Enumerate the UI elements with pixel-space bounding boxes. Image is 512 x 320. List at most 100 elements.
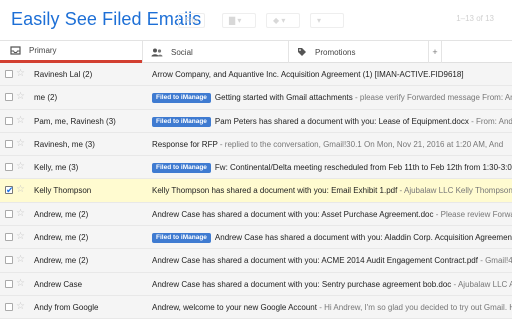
star-icon[interactable]: ☆: [16, 91, 25, 103]
email-content: Filed to iManage Getting started with Gma…: [152, 86, 512, 108]
email-row[interactable]: ☆ me (2) Filed to iManage Getting started w…: [0, 86, 512, 110]
tag-icon: [298, 48, 306, 56]
email-snippet: - Hi Andrew, I'm so glad you decided to …: [319, 302, 512, 312]
star-icon[interactable]: ☆: [16, 231, 25, 243]
email-content: Response for RFP - replied to the conver…: [152, 133, 512, 155]
email-row[interactable]: ☆ Andrew, me (2) Filed to iManage Andrew Ca…: [0, 226, 512, 250]
email-sender: Andy from Google: [34, 302, 99, 312]
email-subject: Fw: Continental/Delta meeting reschedule…: [214, 163, 512, 173]
folder-icon: ▇ ▾: [229, 16, 242, 25]
header: Easily See Filed Emails File ▇ ▾ ◆ ▾ ▾ 1…: [0, 0, 512, 41]
email-snippet: - Please review Forwarded mes: [435, 209, 512, 219]
star-icon[interactable]: ☆: [16, 208, 25, 220]
tab-label: Promotions: [315, 47, 356, 57]
filed-label: Filed to iManage: [152, 93, 211, 104]
email-subject: Andrew Case has shared a document with y…: [152, 209, 434, 219]
filed-label: Filed to iManage: [152, 163, 211, 174]
filed-label: Filed to iManage: [152, 233, 211, 244]
row-checkbox[interactable]: [5, 302, 13, 311]
email-content: Arrow Company, and Aquantive Inc. Acquis…: [152, 63, 512, 85]
email-row[interactable]: ☆ Ravinesh Lal (2) Arrow Company, and Aqua…: [0, 63, 512, 87]
row-checkbox[interactable]: [5, 279, 13, 288]
email-snippet: - replied to the conversation, Gmail!30.…: [217, 139, 504, 149]
row-checkbox[interactable]: [5, 116, 13, 125]
star-icon[interactable]: ☆: [16, 254, 25, 266]
row-checkbox[interactable]: [5, 139, 13, 148]
email-row[interactable]: ☆ Andrew, me (2) Andrew Case has shared a …: [0, 202, 512, 227]
email-subject: Response for RFP: [152, 139, 218, 149]
row-checkbox[interactable]: [5, 209, 13, 218]
email-subject: Getting started with Gmail attachments: [214, 93, 353, 103]
email-row[interactable]: ✔ ☆ Kelly Thompson Kelly Thompson has share…: [0, 179, 512, 203]
row-checkbox[interactable]: [5, 256, 13, 265]
email-sender: Kelly Thompson: [34, 186, 92, 196]
people-icon: [151, 48, 163, 56]
label-icon: ◆ ▾: [273, 16, 286, 25]
email-sender: Ravinesh, me (3): [34, 139, 95, 149]
chevron-down-icon: ▾: [317, 16, 322, 25]
star-icon[interactable]: ☆: [16, 138, 25, 150]
tab-social[interactable]: Social: [142, 41, 288, 63]
email-content: Andrew Case has shared a document with y…: [152, 249, 512, 271]
email-snippet: - From: Andrew Case: [471, 116, 512, 126]
star-icon[interactable]: ☆: [16, 68, 25, 80]
email-subject: Arrow Company, and Aquantive Inc. Acquis…: [152, 70, 464, 79]
add-tab-button[interactable]: +: [428, 41, 442, 63]
star-icon[interactable]: ☆: [16, 161, 25, 173]
email-sender: Pam, me, Ravinesh (3): [34, 116, 116, 126]
email-sender: Kelly, me (3): [34, 163, 79, 173]
tab-label: Social: [171, 47, 193, 57]
tab-label: Primary: [29, 46, 57, 55]
row-checkbox[interactable]: [5, 233, 13, 242]
email-row[interactable]: ☆ Ravinesh, me (3) Response for RFP - repl…: [0, 132, 512, 157]
label-button[interactable]: ◆ ▾: [266, 13, 300, 28]
email-row[interactable]: ☆ Andrew, me (2) Andrew Case has shared a …: [0, 249, 512, 273]
email-snippet: - please verify Forwarded message From: …: [354, 93, 512, 103]
email-sender: Andrew, me (2): [34, 233, 89, 243]
row-checkbox[interactable]: [5, 93, 13, 102]
tab-promotions[interactable]: Promotions: [288, 41, 428, 63]
star-icon[interactable]: ☆: [16, 184, 25, 196]
pagination-count: 1–13 of 13: [456, 14, 494, 23]
email-subject: Kelly Thompson has shared a document wit…: [152, 186, 398, 196]
email-content: Andrew Case has shared a document with y…: [152, 273, 512, 295]
email-sender: Andrew, me (2): [34, 209, 89, 219]
tab-primary[interactable]: Primary: [0, 41, 142, 63]
tab-bar: Primary Social Promotions +: [0, 41, 512, 63]
checkmark-icon: ✔: [6, 185, 14, 196]
file-button[interactable]: File: [178, 13, 205, 28]
email-content: Andrew, welcome to your new Google Accou…: [152, 296, 512, 318]
email-subject: Andrew Case has shared a document with y…: [152, 279, 452, 289]
email-sender: Ravinesh Lal (2): [34, 70, 93, 79]
email-subject: Andrew Case has shared a document with y…: [214, 233, 512, 243]
email-subject: Andrew, welcome to your new Google Accou…: [152, 302, 317, 312]
email-content: Kelly Thompson has shared a document wit…: [152, 179, 512, 201]
email-snippet: - Gmail!40.1 On W: [480, 256, 512, 266]
email-row[interactable]: ☆ Pam, me, Ravinesh (3) Filed to iManage Pa…: [0, 109, 512, 133]
star-icon[interactable]: ☆: [16, 301, 25, 313]
promo-title: Easily See Filed Emails: [11, 9, 202, 29]
email-row[interactable]: ☆ Andy from Google Andrew, welcome to your…: [0, 295, 512, 320]
star-icon[interactable]: ☆: [16, 278, 25, 290]
email-list: ☆ Ravinesh Lal (2) Arrow Company, and Aqua…: [0, 63, 512, 320]
email-content: Filed to iManage Pam Peters has shared a …: [152, 110, 512, 132]
email-sender: me (2): [34, 93, 58, 103]
row-checkbox[interactable]: [5, 70, 13, 78]
star-icon[interactable]: ☆: [16, 115, 25, 127]
email-sender: Andrew Case: [34, 279, 83, 289]
inbox-icon: [10, 46, 21, 55]
email-row[interactable]: ☆ Kelly, me (3) Filed to iManage Fw: Contin…: [0, 156, 512, 180]
row-checkbox[interactable]: ✔: [5, 185, 14, 196]
more-button[interactable]: ▾: [310, 13, 344, 28]
filed-label: Filed to iManage: [152, 116, 211, 127]
row-checkbox[interactable]: [5, 163, 13, 172]
email-content: Filed to iManage Fw: Continental/Delta me…: [152, 156, 512, 178]
email-content: Filed to iManage Andrew Case has shared a…: [152, 226, 512, 248]
email-snippet: - Ajubalaw LLC Kelly Thompson has s: [399, 186, 512, 196]
email-snippet: - Ajubalaw LLC Andrew: [453, 279, 512, 289]
email-content: Andrew Case has shared a document with y…: [152, 203, 512, 225]
folder-button[interactable]: ▇ ▾: [222, 13, 256, 28]
email-subject: Pam Peters has shared a document with yo…: [214, 116, 469, 126]
email-row[interactable]: ☆ Andrew Case Andrew Case has shared a doc…: [0, 272, 512, 296]
email-sender: Andrew, me (2): [34, 256, 89, 266]
